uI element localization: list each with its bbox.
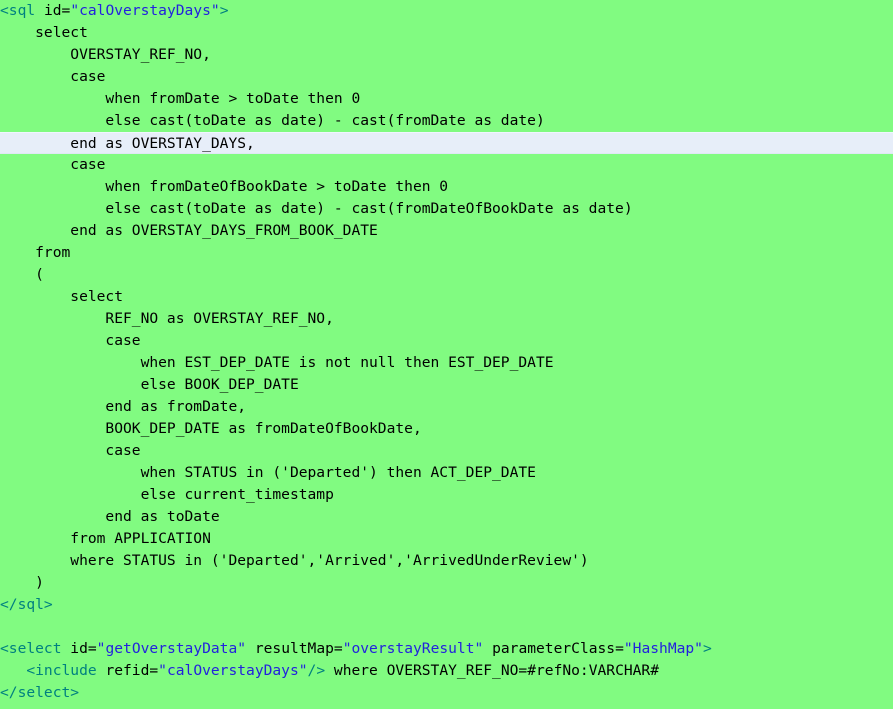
code-token-plain: where STATUS in ('Departed','Arrived','A… bbox=[0, 552, 589, 569]
code-line[interactable]: case bbox=[0, 66, 893, 88]
code-token-plain: ( bbox=[0, 266, 44, 283]
code-token-plain: id= bbox=[35, 2, 71, 19]
code-line[interactable] bbox=[0, 616, 893, 638]
code-token-plain: parameterClass= bbox=[483, 640, 624, 657]
code-token-plain: BOOK_DEP_DATE as fromDateOfBookDate, bbox=[0, 420, 422, 437]
code-token-plain: case bbox=[0, 332, 141, 349]
code-line[interactable]: select bbox=[0, 286, 893, 308]
code-line[interactable]: <include refid="calOverstayDays"/> where… bbox=[0, 660, 893, 682]
code-token-plain: case bbox=[0, 156, 106, 173]
code-token-plain: case bbox=[0, 442, 141, 459]
code-line[interactable]: when EST_DEP_DATE is not null then EST_D… bbox=[0, 352, 893, 374]
code-line[interactable]: select bbox=[0, 22, 893, 44]
code-token-tag: <sql bbox=[0, 2, 36, 19]
code-line[interactable]: BOOK_DEP_DATE as fromDateOfBookDate, bbox=[0, 418, 893, 440]
code-token-tag: </select> bbox=[0, 684, 80, 701]
code-token-plain: where OVERSTAY_REF_NO=#refNo:VARCHAR# bbox=[325, 662, 659, 679]
code-token-value: "HashMap" bbox=[623, 640, 703, 657]
code-line[interactable]: case bbox=[0, 330, 893, 352]
code-token-plain: when fromDate > toDate then 0 bbox=[0, 90, 361, 107]
code-token-tag: <select bbox=[0, 640, 62, 657]
code-token-plain: ) bbox=[0, 574, 44, 591]
code-line[interactable]: ) bbox=[0, 572, 893, 594]
code-token-plain: end as toDate bbox=[0, 508, 220, 525]
code-line[interactable]: else current_timestamp bbox=[0, 484, 893, 506]
code-line[interactable]: </sql> bbox=[0, 594, 893, 616]
code-line[interactable]: </select> bbox=[0, 682, 893, 704]
code-token-plain: from bbox=[0, 244, 71, 261]
code-line[interactable]: else BOOK_DEP_DATE bbox=[0, 374, 893, 396]
code-line[interactable]: from APPLICATION bbox=[0, 528, 893, 550]
code-line[interactable]: <select id="getOverstayData" resultMap="… bbox=[0, 638, 893, 660]
code-token-tag: <include bbox=[26, 662, 97, 679]
code-line-highlighted[interactable]: end as OVERSTAY_DAYS, bbox=[0, 132, 893, 154]
code-token-plain: end as OVERSTAY_DAYS, bbox=[0, 135, 255, 152]
code-line[interactable]: end as fromDate, bbox=[0, 396, 893, 418]
code-token-tag: </sql> bbox=[0, 596, 53, 613]
code-line[interactable]: end as toDate bbox=[0, 506, 893, 528]
code-token-plain: REF_NO as OVERSTAY_REF_NO, bbox=[0, 310, 334, 327]
code-token-plain: else cast(toDate as date) - cast(fromDat… bbox=[0, 112, 545, 129]
code-line[interactable]: when fromDate > toDate then 0 bbox=[0, 88, 893, 110]
code-token-plain: id= bbox=[61, 640, 97, 657]
code-token-plain: select bbox=[0, 24, 88, 41]
code-token-plain: end as fromDate, bbox=[0, 398, 247, 415]
code-line[interactable]: case bbox=[0, 440, 893, 462]
code-line[interactable]: else cast(toDate as date) - cast(fromDat… bbox=[0, 110, 893, 132]
code-token-plain: end as OVERSTAY_DAYS_FROM_BOOK_DATE bbox=[0, 222, 378, 239]
code-line[interactable]: where STATUS in ('Departed','Arrived','A… bbox=[0, 550, 893, 572]
code-token-tag: > bbox=[702, 640, 712, 657]
code-line[interactable]: ( bbox=[0, 264, 893, 286]
code-token-plain: when STATUS in ('Departed') then ACT_DEP… bbox=[0, 464, 536, 481]
code-token-plain: else BOOK_DEP_DATE bbox=[0, 376, 299, 393]
code-token-plain: select bbox=[0, 288, 124, 305]
code-token-plain: else current_timestamp bbox=[0, 486, 334, 503]
code-token-tag: > bbox=[219, 2, 229, 19]
code-token-value: "calOverstayDays" bbox=[70, 2, 220, 19]
code-line[interactable]: when fromDateOfBookDate > toDate then 0 bbox=[0, 176, 893, 198]
code-token-value: "overstayResult" bbox=[342, 640, 484, 657]
code-token-plain: OVERSTAY_REF_NO, bbox=[0, 46, 211, 63]
code-token-tag: /> bbox=[307, 662, 326, 679]
code-token-plain: from APPLICATION bbox=[0, 530, 211, 547]
code-token-plain: resultMap= bbox=[246, 640, 343, 657]
code-line[interactable]: <sql id="calOverstayDays"> bbox=[0, 0, 893, 22]
code-token-value: "getOverstayData" bbox=[96, 640, 247, 657]
code-line[interactable]: REF_NO as OVERSTAY_REF_NO, bbox=[0, 308, 893, 330]
code-line[interactable]: case bbox=[0, 154, 893, 176]
code-token-plain: when EST_DEP_DATE is not null then EST_D… bbox=[0, 354, 554, 371]
code-line[interactable]: OVERSTAY_REF_NO, bbox=[0, 44, 893, 66]
code-line[interactable]: end as OVERSTAY_DAYS_FROM_BOOK_DATE bbox=[0, 220, 893, 242]
code-token-plain: when fromDateOfBookDate > toDate then 0 bbox=[0, 178, 449, 195]
code-token-plain: case bbox=[0, 68, 106, 85]
code-token-plain: else cast(toDate as date) - cast(fromDat… bbox=[0, 200, 633, 217]
code-line[interactable]: else cast(toDate as date) - cast(fromDat… bbox=[0, 198, 893, 220]
code-token-plain: refid= bbox=[96, 662, 159, 679]
code-editor[interactable]: <sql id="calOverstayDays"> select OVERST… bbox=[0, 0, 893, 709]
code-token-value: "calOverstayDays" bbox=[158, 662, 308, 679]
code-line[interactable]: from bbox=[0, 242, 893, 264]
code-line[interactable]: when STATUS in ('Departed') then ACT_DEP… bbox=[0, 462, 893, 484]
